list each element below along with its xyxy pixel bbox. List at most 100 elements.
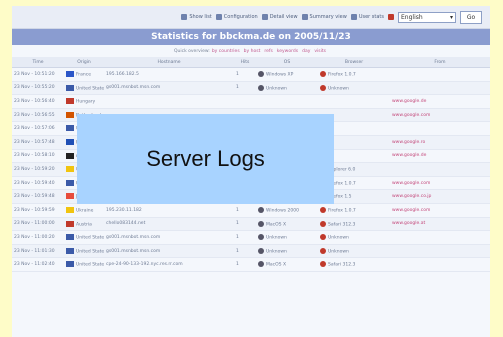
cell-os: Windows XP: [256, 67, 318, 82]
cell-hits: 1: [234, 217, 256, 232]
col-from: From: [390, 57, 490, 68]
cell-hostname: gs001.msnbot.msn.com: [104, 244, 234, 259]
cell-hits: 1: [234, 244, 256, 259]
cell-os: Unknown: [256, 230, 318, 245]
referrer-link[interactable]: www.google.com: [392, 113, 430, 118]
overview-link[interactable]: keywords: [277, 49, 298, 54]
cell-browser: Unknown: [318, 244, 390, 259]
list-icon: [181, 14, 188, 20]
cell-browser: Safari 312.3: [318, 257, 390, 272]
referrer-link[interactable]: www.google.at: [392, 221, 425, 226]
cell-hostname: [104, 94, 234, 109]
cell-from[interactable]: www.google.com: [390, 108, 490, 123]
toolbar-item-user-stats[interactable]: User stats: [350, 14, 384, 20]
cell-hostname: gs001.msnbot.msn.com: [104, 230, 234, 245]
cell-hostname: 195.230.11.182: [104, 203, 234, 218]
referrer-link[interactable]: www.google.com: [392, 181, 430, 186]
chevron-down-icon: ▾: [449, 13, 453, 21]
cell-hostname: chello083144.net: [104, 217, 234, 232]
language-select[interactable]: English ▾: [398, 11, 456, 23]
cell-time: 23 Nov - 10:55:20: [12, 81, 64, 96]
browser-icon: [320, 261, 326, 268]
cell-origin: Ukraine: [64, 203, 104, 218]
country-flag-icon: [66, 234, 74, 241]
cell-from[interactable]: [390, 244, 490, 259]
cell-from[interactable]: www.google.de: [390, 94, 490, 109]
cell-from[interactable]: [390, 67, 490, 82]
table-header: Time Origin Hostname Hits OS Browser Fro…: [12, 57, 490, 68]
cell-from[interactable]: www.google.com: [390, 176, 490, 191]
server-logs-banner: Server Logs: [77, 114, 334, 204]
toolbar-item-configuration[interactable]: Configuration: [215, 14, 258, 20]
table-row: 23 Nov - 11:02:40 United States cpe-24-90-…: [12, 257, 490, 272]
cell-origin: United States: [64, 81, 104, 96]
overview-link[interactable]: by countries: [212, 49, 240, 54]
cell-time: 23 Nov - 10:59:20: [12, 162, 64, 177]
cell-from[interactable]: [390, 81, 490, 96]
country-flag-icon: [66, 125, 74, 132]
cell-from[interactable]: [390, 162, 490, 177]
table-row: 23 Nov - 10:55:20 United States gs001.msnb…: [12, 81, 490, 96]
browser-icon: [320, 220, 326, 227]
cell-from[interactable]: www.google.ro: [390, 135, 490, 150]
cell-hits: 1: [234, 81, 256, 96]
cell-os: Unknown: [256, 81, 318, 96]
cell-from[interactable]: [390, 230, 490, 245]
country-flag-icon: [66, 193, 74, 200]
cell-browser: Unknown: [318, 230, 390, 245]
cell-time: 23 Nov - 11:00:00: [12, 217, 64, 232]
referrer-link[interactable]: www.google.de: [392, 99, 426, 104]
settings-icon: [215, 14, 222, 20]
cell-hits: 1: [234, 230, 256, 245]
country-flag-icon: [66, 98, 74, 105]
cell-from[interactable]: [390, 257, 490, 272]
referrer-link[interactable]: www.google.com: [392, 208, 430, 213]
cell-origin: Austria: [64, 217, 104, 232]
summary-icon: [301, 14, 308, 20]
referrer-link[interactable]: www.google.co.jp: [392, 194, 431, 199]
cell-origin: France: [64, 67, 104, 82]
cell-hostname: gs001.msnbot.msn.com: [104, 81, 234, 96]
toolbar-item-summary-view[interactable]: Summary view: [301, 14, 347, 20]
cell-time: 23 Nov - 10:56:55: [12, 108, 64, 123]
col-browser: Browser: [318, 57, 390, 68]
overview-link[interactable]: by host: [244, 49, 261, 54]
cell-os: [256, 94, 318, 109]
cell-time: 23 Nov - 11:02:40: [12, 257, 64, 272]
cell-from[interactable]: www.google.com: [390, 203, 490, 218]
table-row: 23 Nov - 11:00:00 Austria chello083144.net…: [12, 217, 490, 232]
toolbar-item-detail-view[interactable]: Detail view: [261, 14, 298, 20]
os-icon: [258, 71, 264, 78]
col-hostname: Hostname: [104, 57, 234, 68]
overview-link[interactable]: refs: [264, 49, 272, 54]
cell-time: 23 Nov - 10:59:40: [12, 176, 64, 191]
cell-from[interactable]: www.google.de: [390, 149, 490, 164]
cell-time: 23 Nov - 10:56:40: [12, 94, 64, 109]
cell-browser: [318, 94, 390, 109]
cell-hostname: cpe-24-90-133-192.nyc.res.rr.com: [104, 257, 234, 272]
cell-from[interactable]: www.google.at: [390, 217, 490, 232]
country-flag-icon: [66, 111, 74, 118]
os-icon: [258, 261, 264, 268]
os-icon: [258, 84, 264, 91]
overview-link[interactable]: visits: [314, 49, 326, 54]
user-icon: [350, 14, 357, 20]
cell-time: 23 Nov - 11:01:30: [12, 244, 64, 259]
cell-hits: [234, 94, 256, 109]
browser-icon: [320, 247, 326, 254]
col-os: OS: [256, 57, 318, 68]
referrer-link[interactable]: www.google.de: [392, 153, 426, 158]
referrer-link[interactable]: www.google.ro: [392, 140, 425, 145]
cell-from[interactable]: www.google.co.jp: [390, 189, 490, 204]
toolbar-item-show-list[interactable]: Show list: [181, 14, 212, 20]
cell-from[interactable]: [390, 121, 490, 136]
col-hits: Hits: [234, 57, 256, 68]
cell-time: 23 Nov - 10:59:48: [12, 189, 64, 204]
table-row: 23 Nov - 10:59:59 Ukraine 195.230.11.182 1 W…: [12, 203, 490, 218]
country-flag-icon: [66, 261, 74, 268]
table-row: 23 Nov - 10:51:20 France 195.166.182.5 1 Win…: [12, 67, 490, 82]
browser-icon: [320, 234, 326, 241]
col-time: Time: [12, 57, 64, 68]
overview-link[interactable]: day: [302, 49, 310, 54]
go-button[interactable]: Go: [460, 10, 482, 24]
